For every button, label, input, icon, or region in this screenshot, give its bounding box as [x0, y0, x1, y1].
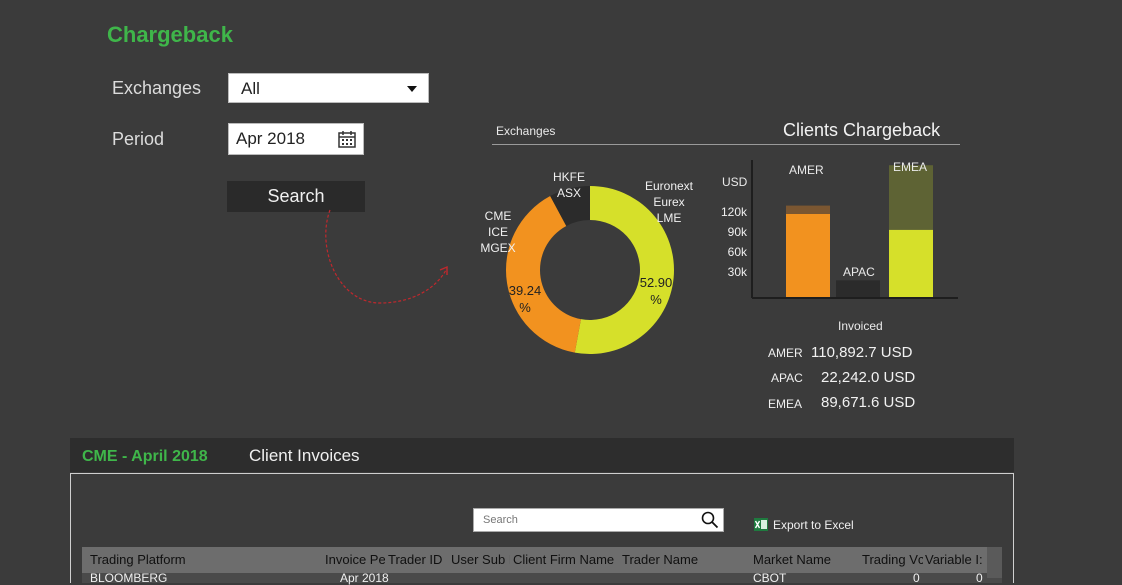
bar-apac-invoiced — [836, 280, 880, 297]
column-header-variable-issue[interactable]: Variable I: — [925, 552, 985, 567]
invoiced-value-emea: 89,671.6 USD — [821, 394, 916, 411]
cell-trading-platform: BLOOMBERG — [90, 571, 168, 585]
bar-emea-invoiced — [889, 229, 933, 297]
invoices-panel-title: Client Invoices — [249, 446, 360, 465]
bar-axis-unit: USD — [722, 175, 748, 189]
exchanges-select-value: All — [241, 79, 260, 98]
invoices-panel-subtitle: CME - April 2018 — [82, 448, 208, 465]
bar-label-amer: AMER — [789, 163, 824, 177]
bar-tick-60k: 60k — [727, 245, 747, 259]
column-header-market-name[interactable]: Market Name — [753, 552, 861, 567]
column-header-invoice-period[interactable]: Invoice Pe — [325, 552, 385, 567]
column-header-trader-name[interactable]: Trader Name — [622, 552, 752, 567]
excel-icon[interactable] — [754, 518, 768, 531]
column-header-trading-volume[interactable]: Trading Vc — [862, 552, 923, 567]
cell-trading-volume: 0 — [913, 571, 920, 585]
search-icon[interactable] — [701, 511, 719, 529]
column-header-user-sub-id[interactable]: User Sub I — [451, 552, 510, 567]
flow-arrow-icon — [325, 209, 448, 304]
bar-emea-remaining — [889, 165, 933, 230]
period-label: Period — [112, 129, 165, 149]
bar-tick-120k: 120k — [720, 205, 747, 219]
invoiced-region-emea: EMEA — [768, 397, 803, 411]
column-header-trader-id[interactable]: Trader ID — [388, 552, 446, 567]
bar-tick-90k: 90k — [727, 225, 747, 239]
invoiced-region-amer: AMER — [768, 346, 803, 360]
invoiced-region-apac: APAC — [771, 371, 803, 385]
invoiced-value-apac: 22,242.0 USD — [821, 369, 916, 386]
table-scrollbar[interactable] — [987, 547, 1002, 578]
cell-market-name: CBOT — [753, 571, 787, 585]
chart-divider — [492, 144, 960, 145]
period-date-input[interactable]: Apr 2018 — [228, 123, 364, 155]
donut-label-cme-ice-mgex: CME ICE MGEX — [480, 209, 516, 255]
donut-label-euronext-eurex-lme: Euronext Eurex LME — [644, 179, 694, 225]
invoice-table-header: Trading Platform Invoice Pe Trader ID Us… — [82, 547, 1002, 573]
invoiced-value-amer: 110,892.7 USD — [811, 344, 913, 361]
donut-label-hkfe-asx: HKFE ASX — [552, 170, 585, 200]
bar-amer-remaining — [786, 205, 830, 214]
calendar-icon[interactable] — [338, 130, 356, 148]
bar-tick-30k: 30k — [727, 265, 747, 279]
bar-label-apac: APAC — [843, 265, 875, 279]
clients-chargeback-bar-chart — [751, 160, 958, 299]
exchanges-chart-header: Exchanges — [496, 124, 556, 138]
clients-chargeback-title: Clients Chargeback — [783, 120, 941, 140]
exchanges-select[interactable]: All — [228, 73, 429, 103]
period-date-value: Apr 2018 — [236, 129, 305, 148]
column-header-trading-platform[interactable]: Trading Platform — [90, 552, 250, 567]
bar-label-emea: EMEA — [893, 160, 928, 174]
chevron-down-icon — [407, 86, 417, 92]
table-row[interactable]: BLOOMBERG Apr 2018 CBOT 0 0 — [82, 571, 1002, 585]
bar-amer-invoiced — [786, 213, 830, 297]
cell-variable-issue: 0 — [976, 571, 983, 585]
column-header-client-firm-name[interactable]: Client Firm Name — [513, 552, 621, 567]
donut-pct-euronext: 52.90% — [639, 275, 673, 307]
cell-invoice-period: Apr 2018 — [340, 571, 389, 585]
invoiced-label: Invoiced — [838, 319, 883, 333]
invoices-panel-header — [70, 438, 1014, 472]
page-title: Chargeback — [107, 22, 233, 47]
donut-pct-cme: 39.24% — [508, 283, 542, 315]
invoice-search-input[interactable]: Search — [473, 508, 724, 532]
exchanges-label: Exchanges — [112, 78, 202, 98]
export-to-excel-link[interactable]: Export to Excel — [773, 518, 854, 532]
